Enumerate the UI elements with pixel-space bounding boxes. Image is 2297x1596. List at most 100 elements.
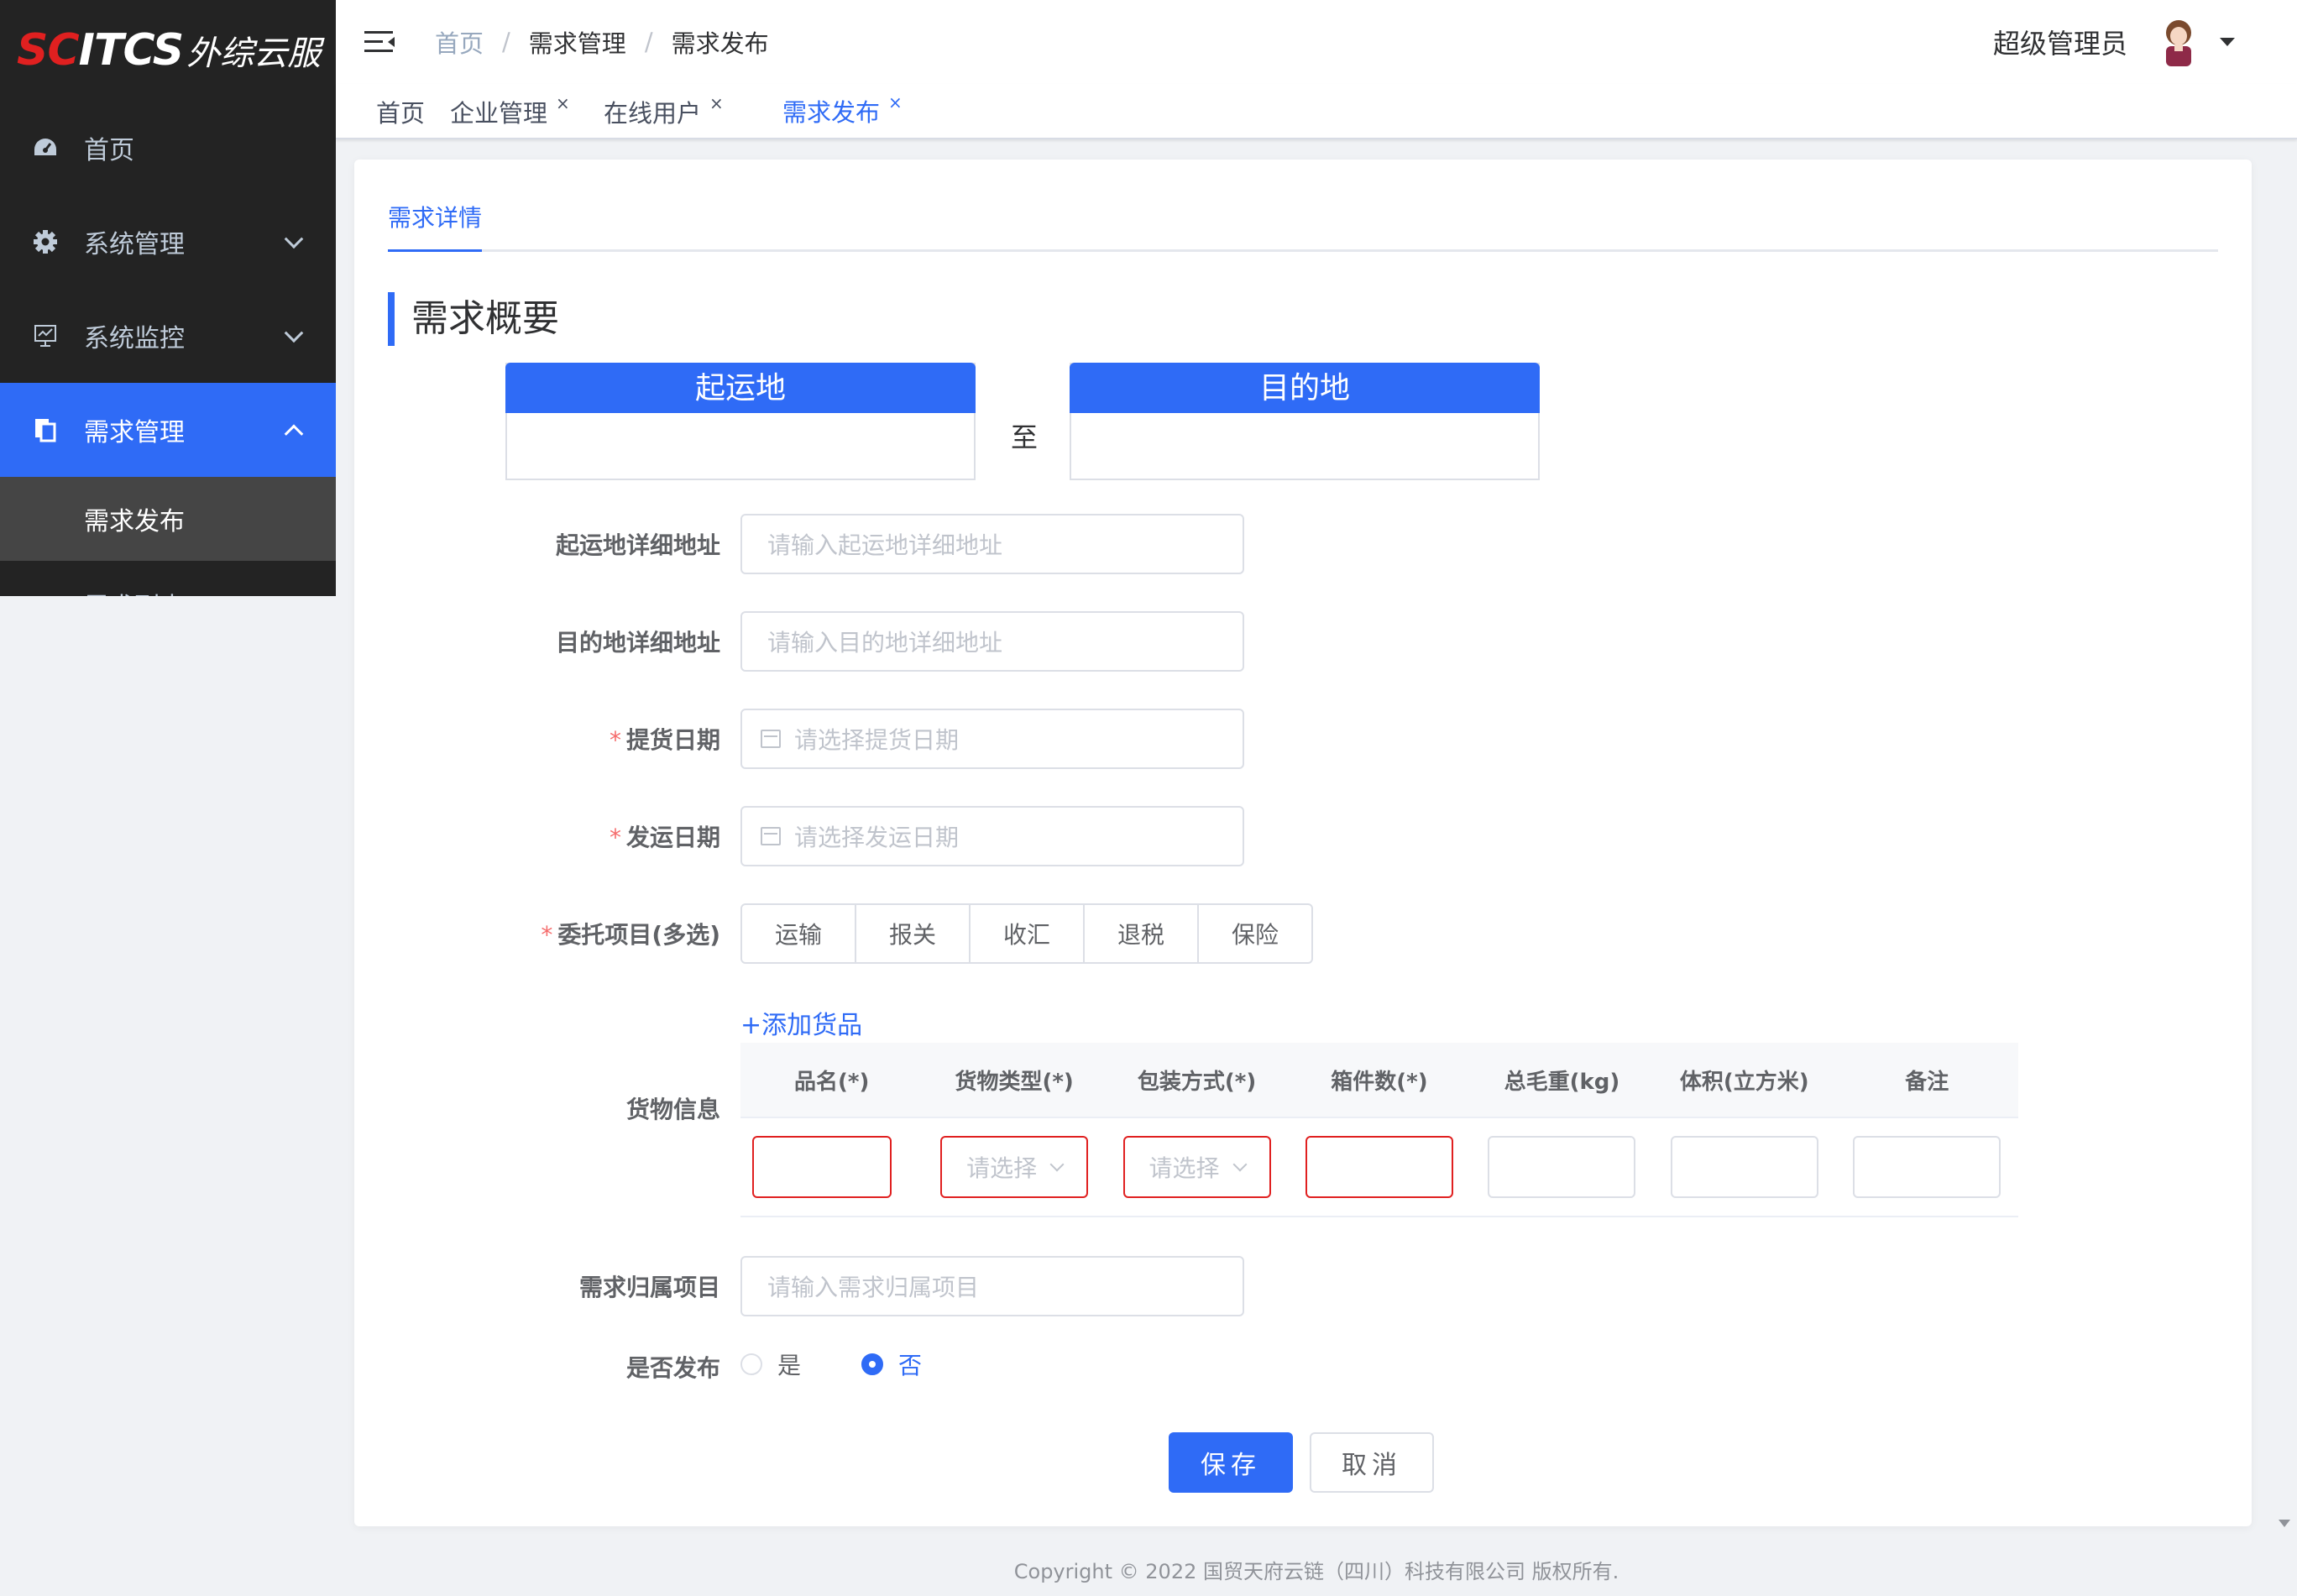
required-mark: * <box>541 921 553 949</box>
tag-online-users[interactable]: 在线用户 × <box>592 89 735 134</box>
hamburger-icon[interactable] <box>364 29 395 55</box>
pickup-date-label: * 提货日期 <box>368 722 720 756</box>
avatar[interactable] <box>2156 18 2201 66</box>
breadcrumb-item: 需求发布 <box>671 29 769 58</box>
radio-yes[interactable] <box>740 1353 762 1375</box>
tag-demand-publish[interactable]: 需求发布 × <box>746 89 931 134</box>
gross-weight-input[interactable] <box>1488 1136 1636 1198</box>
table-cell <box>1836 1136 2018 1198</box>
origin-box[interactable]: 起运地 <box>505 363 976 480</box>
radio-no[interactable] <box>861 1353 884 1375</box>
service-option-collection[interactable]: 收汇 <box>969 903 1085 964</box>
chevron-down-icon <box>1232 1157 1248 1172</box>
pickup-date-picker[interactable]: 请选择提货日期 <box>740 709 1244 769</box>
dashboard-icon <box>32 134 59 161</box>
route-to-label: 至 <box>1011 421 1039 453</box>
tag-label: 需求发布 <box>782 98 881 127</box>
dest-address-label: 目的地详细地址 <box>555 629 720 657</box>
document-icon <box>32 416 59 443</box>
sidebar-subitem-label: 需求发布 <box>84 507 185 536</box>
goods-table-header: 品名(*) 货物类型(*) 包装方式(*) 箱件数(*) 总毛重(kg) 体积(… <box>740 1043 2018 1118</box>
scroll-down-icon[interactable] <box>2279 1520 2290 1527</box>
sidebar-item-label: 系统监控 <box>84 324 185 353</box>
service-option-insurance[interactable]: 保险 <box>1197 903 1313 964</box>
goods-type-select[interactable]: 请选择 <box>940 1136 1089 1198</box>
required-mark: * <box>609 824 621 851</box>
breadcrumb-item: 需求管理 <box>528 29 626 58</box>
sidebar-item-system-monitor[interactable]: 系统监控 <box>0 289 336 383</box>
main-card: 需求详情 需求概要 起运地 至 目的地 起运地详细地址 请输入起运地详细地址 目… <box>354 160 2252 1526</box>
sidebar-subitem-demand-publish[interactable]: 需求发布 <box>0 477 336 561</box>
column-header: 货物类型(*) <box>955 1069 1074 1095</box>
form-row-pickup-date: * 提货日期 请选择提货日期 <box>354 709 2252 769</box>
add-goods-link[interactable]: +添加货品 <box>740 1004 862 1041</box>
placeholder-text: 请输入目的地详细地址 <box>767 629 1003 657</box>
sidebar-item-system-management[interactable]: 系统管理 <box>0 195 336 289</box>
tag-enterprise-management[interactable]: 企业管理 × <box>438 89 582 134</box>
tab-active-indicator <box>388 249 482 252</box>
goods-table: 品名(*) 货物类型(*) 包装方式(*) 箱件数(*) 总毛重(kg) 体积(… <box>740 1043 2018 1217</box>
form-row-project: 需求归属项目 请输入需求归属项目 <box>354 1256 2252 1316</box>
tag-home[interactable]: 首页 <box>364 89 437 134</box>
sidebar-subitem-label: 需求列表 <box>84 586 185 596</box>
form-row-services: * 委托项目(多选) 运输 报关 收汇 退税 保险 <box>354 903 2252 964</box>
breadcrumb-item[interactable]: 首页 <box>435 24 484 60</box>
chevron-down-icon <box>284 323 304 343</box>
volume-input[interactable] <box>1670 1136 1818 1198</box>
ship-date-picker[interactable]: 请选择发运日期 <box>740 806 1244 866</box>
project-label: 需求归属项目 <box>578 1274 720 1301</box>
destination-header: 目的地 <box>1070 363 1540 413</box>
placeholder-text: 请选择 <box>1148 1154 1220 1182</box>
sidebar-item-home[interactable]: 首页 <box>0 101 336 195</box>
table-cell <box>1288 1136 1470 1198</box>
service-option-transport[interactable]: 运输 <box>740 903 856 964</box>
service-option-tax-refund[interactable]: 退税 <box>1083 903 1199 964</box>
publish-radio-group: 是 否 <box>740 1343 982 1385</box>
sidebar-item-demand-management[interactable]: 需求管理 <box>0 383 336 477</box>
column-header: 品名(*) <box>794 1069 870 1095</box>
service-option-customs[interactable]: 报关 <box>855 903 971 964</box>
close-icon[interactable]: × <box>888 92 903 113</box>
packaging-select[interactable]: 请选择 <box>1122 1136 1271 1198</box>
breadcrumb-separator: / <box>644 28 653 56</box>
radio-no-label[interactable]: 否 <box>898 1347 922 1381</box>
radio-yes-label[interactable]: 是 <box>777 1347 801 1381</box>
publish-label: 是否发布 <box>625 1354 720 1382</box>
origin-address-input[interactable]: 请输入起运地详细地址 <box>740 514 1244 574</box>
sidebar-subitem-demand-list[interactable]: 需求列表 <box>0 561 336 596</box>
placeholder-text: 请选择 <box>966 1154 1038 1182</box>
sidebar-item-label: 需求管理 <box>84 418 185 447</box>
chevron-down-icon <box>284 229 304 249</box>
app-logo[interactable]: SC ITCS 外综云服 <box>0 0 336 101</box>
placeholder-text: 请输入需求归属项目 <box>767 1274 980 1301</box>
sidebar: SCITCS外综云服 首页 系统管理 系统监控 需求管理 需求发布 需求列表 <box>0 0 336 596</box>
save-button[interactable]: 保存 <box>1169 1432 1293 1493</box>
placeholder-text: 请选择提货日期 <box>794 726 960 754</box>
box-count-input[interactable] <box>1305 1136 1453 1198</box>
pickup-date-label-text: 提货日期 <box>625 726 720 754</box>
cancel-button[interactable]: 取消 <box>1310 1432 1434 1493</box>
user-menu[interactable]: 超级管理员 <box>1993 0 2235 84</box>
close-icon[interactable]: × <box>556 93 570 113</box>
tab-demand-detail[interactable]: 需求详情 <box>388 200 482 233</box>
top-header: 首页 / 需求管理 / 需求发布 超级管理员 <box>336 0 2297 84</box>
chevron-up-icon <box>284 424 304 444</box>
services-label-text: 委托项目(多选) <box>557 921 720 949</box>
tag-label: 企业管理 <box>450 99 548 128</box>
placeholder-text: 请选择发运日期 <box>794 824 960 851</box>
close-icon[interactable]: × <box>709 93 724 113</box>
destination-box[interactable]: 目的地 <box>1070 363 1540 480</box>
section-title: 需求概要 <box>388 292 559 346</box>
caret-down-icon[interactable] <box>2220 38 2235 46</box>
project-input[interactable]: 请输入需求归属项目 <box>740 1256 1244 1316</box>
goods-name-input[interactable] <box>751 1136 892 1198</box>
logo-itcs: ITCS <box>78 25 185 76</box>
table-cell: 请选择 <box>1106 1136 1288 1198</box>
sidebar-item-label: 系统管理 <box>84 230 185 259</box>
dest-address-input[interactable]: 请输入目的地详细地址 <box>740 611 1244 672</box>
gear-icon <box>32 228 59 255</box>
sidebar-item-label: 首页 <box>84 136 134 165</box>
remark-input[interactable] <box>1853 1136 2001 1198</box>
ship-date-label: * 发运日期 <box>368 819 720 853</box>
form-row-dest-address: 目的地详细地址 请输入目的地详细地址 <box>354 611 2252 672</box>
